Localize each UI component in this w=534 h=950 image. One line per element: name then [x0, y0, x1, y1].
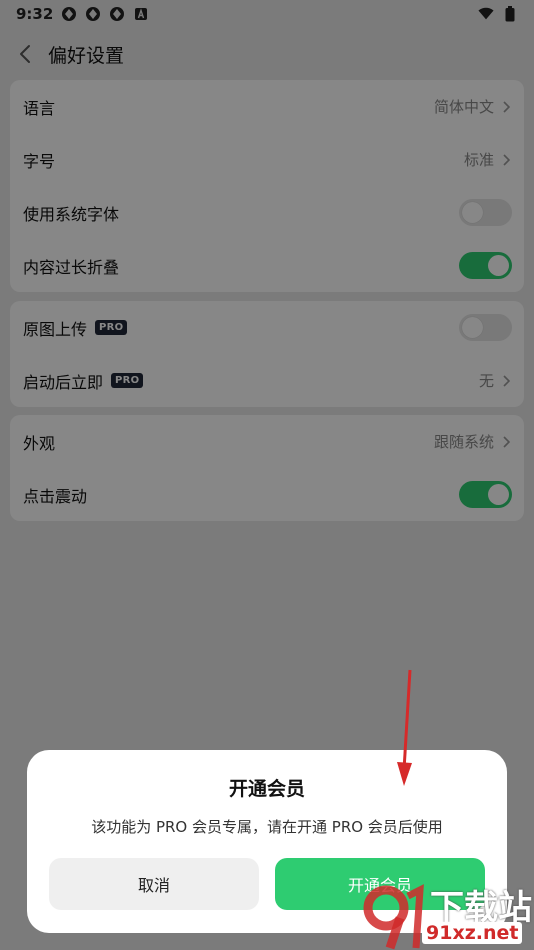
dialog-message: 该功能为 PRO 会员专属，请在开通 PRO 会员后使用: [91, 818, 443, 836]
watermark: 下载站 91xz.net: [360, 878, 534, 950]
cancel-button[interactable]: 取消: [49, 858, 259, 910]
watermark-logo-icon: [363, 884, 424, 950]
watermark-url: 91xz.net: [422, 922, 523, 944]
dialog-title: 开通会员: [228, 778, 305, 800]
